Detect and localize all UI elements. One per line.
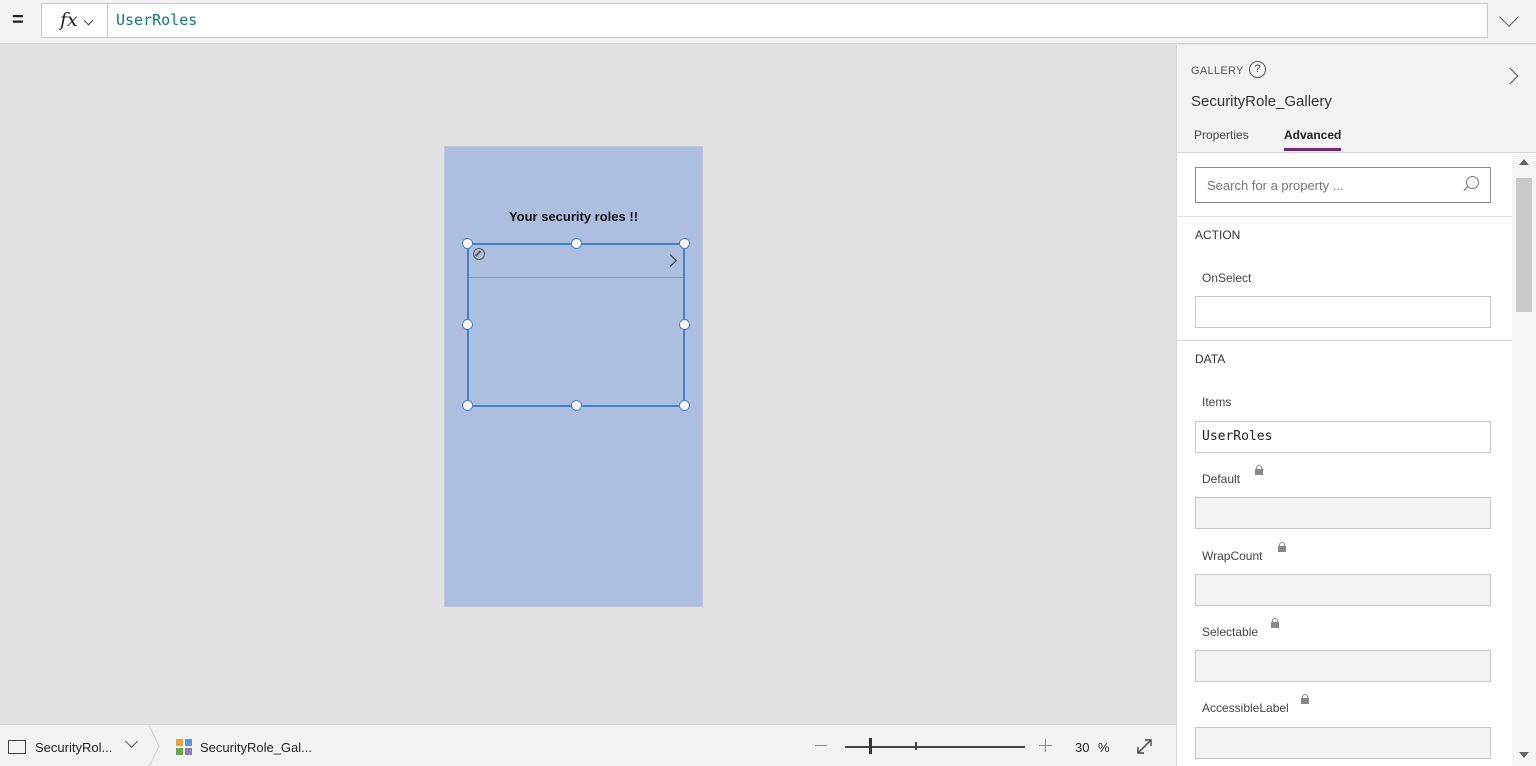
section-divider <box>1177 340 1512 341</box>
prop-label-onselect: OnSelect <box>1202 271 1252 285</box>
prop-label-wrapcount: WrapCount <box>1202 549 1263 563</box>
formula-bar: = fx UserRoles <box>0 0 1536 44</box>
breadcrumb-separator-icon <box>148 725 160 766</box>
screen-breadcrumb[interactable]: SecurityRol... <box>35 740 112 755</box>
property-search <box>1177 154 1512 217</box>
zoom-default-tick <box>915 742 917 750</box>
tab-properties[interactable]: Properties <box>1194 128 1249 142</box>
expand-formula-chevron-icon[interactable] <box>1499 7 1519 27</box>
section-title-data: DATA <box>1195 352 1226 366</box>
panel-scrollbar[interactable] <box>1512 154 1536 766</box>
prop-input-selectable <box>1195 650 1491 682</box>
scroll-down-arrow-icon[interactable] <box>1519 752 1529 758</box>
gallery-template-row[interactable] <box>469 245 683 278</box>
panel-body: ACTION OnSelect DATA Items UserRoles Def… <box>1177 154 1512 766</box>
gallery-icon <box>176 739 193 756</box>
chevron-right-icon[interactable] <box>664 254 677 267</box>
prop-label-items: Items <box>1202 395 1232 409</box>
design-canvas[interactable]: Your security roles !! <box>0 45 1176 724</box>
prop-input-accessiblelabel <box>1195 727 1491 759</box>
prop-input-onselect[interactable] <box>1195 296 1491 328</box>
screen-icon <box>8 740 26 754</box>
control-type-label: GALLERY <box>1191 65 1244 77</box>
resize-handle-left[interactable] <box>462 319 473 330</box>
tab-advanced[interactable]: Advanced <box>1284 128 1341 142</box>
prop-label-accessiblelabel: AccessibleLabel <box>1202 701 1289 715</box>
active-tab-indicator <box>1284 148 1341 151</box>
fit-to-window-icon[interactable] <box>1136 738 1153 755</box>
chevron-down-icon[interactable] <box>125 735 138 748</box>
prop-label-selectable: Selectable <box>1202 625 1259 639</box>
zoom-unit: % <box>1098 740 1110 755</box>
status-bar: SecurityRol... SecurityRole_Gal... 30 % <box>0 724 1176 766</box>
prop-input-items[interactable]: UserRoles <box>1195 421 1491 453</box>
app-screen[interactable]: Your security roles !! <box>444 146 703 607</box>
edit-template-icon[interactable] <box>473 248 485 260</box>
property-selector[interactable]: fx <box>41 3 108 38</box>
chevron-down-icon <box>83 15 94 26</box>
lock-icon <box>1278 542 1286 552</box>
resize-handle-bottom-right[interactable] <box>679 400 690 411</box>
search-icon <box>1466 176 1479 189</box>
gallery-control[interactable] <box>467 243 685 407</box>
section-title-action: ACTION <box>1195 228 1241 242</box>
zoom-in-icon[interactable] <box>1039 739 1052 752</box>
resize-handle-bottom-left[interactable] <box>462 400 473 411</box>
formula-input[interactable]: UserRoles <box>107 3 1488 38</box>
zoom-slider[interactable] <box>845 746 1025 748</box>
resize-handle-top[interactable] <box>571 238 582 249</box>
collapse-panel-chevron-icon[interactable] <box>1501 67 1519 85</box>
resize-handle-top-left[interactable] <box>462 238 473 249</box>
fx-icon: fx <box>60 9 78 31</box>
lock-icon <box>1255 465 1263 475</box>
zoom-out-icon[interactable] <box>815 745 827 747</box>
help-icon[interactable]: ? <box>1249 61 1266 78</box>
scrollbar-thumb[interactable] <box>1516 178 1532 312</box>
zoom-slider-thumb[interactable] <box>868 738 872 754</box>
panel-header: GALLERY ? SecurityRole_Gallery Propertie… <box>1177 45 1536 153</box>
zoom-value: 30 <box>1075 740 1090 755</box>
control-breadcrumb[interactable]: SecurityRole_Gal... <box>200 740 312 755</box>
screen-title-label[interactable]: Your security roles !! <box>445 209 702 224</box>
resize-handle-right[interactable] <box>679 319 690 330</box>
scroll-up-arrow-icon[interactable] <box>1519 159 1529 165</box>
properties-panel: GALLERY ? SecurityRole_Gallery Propertie… <box>1176 45 1536 766</box>
prop-label-default: Default <box>1202 472 1241 486</box>
resize-handle-top-right[interactable] <box>679 238 690 249</box>
prop-input-default <box>1195 497 1491 529</box>
prop-input-wrapcount <box>1195 574 1491 606</box>
equals-sign: = <box>12 9 24 31</box>
resize-handle-bottom[interactable] <box>571 400 582 411</box>
lock-icon <box>1301 694 1309 704</box>
lock-icon <box>1271 618 1279 628</box>
property-search-input[interactable] <box>1195 167 1491 203</box>
control-name[interactable]: SecurityRole_Gallery <box>1191 93 1332 110</box>
